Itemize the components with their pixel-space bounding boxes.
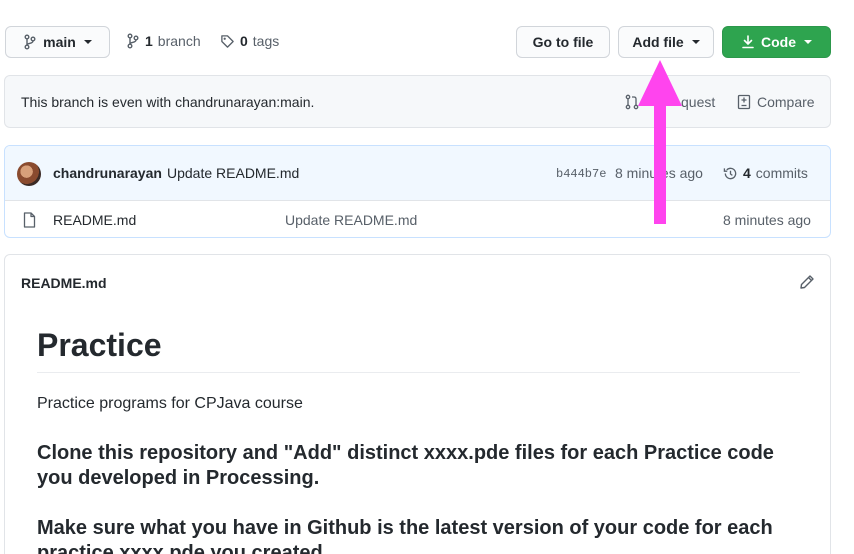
git-branch-icon [24,34,36,50]
commit-sha[interactable]: b444b7e [556,167,606,181]
add-file-label: Add file [632,34,684,50]
file-icon [23,212,36,228]
avatar[interactable] [17,162,41,186]
branch-status-text: This branch is even with chandrunarayan:… [21,94,315,110]
annotation-arrow [638,60,682,224]
file-name[interactable]: README.md [53,212,136,228]
go-to-file-label: Go to file [532,34,594,50]
file-commit-message[interactable]: Update README.md [285,212,417,228]
branch-name: main [43,34,76,50]
tag-count-label: tags [252,33,280,49]
commit-author[interactable]: chandrunarayan [53,165,162,181]
annotation-arrow-head [638,60,682,106]
branch-count-label: branch [157,33,201,49]
chevron-down-icon [804,40,812,44]
go-to-file-button[interactable]: Go to file [516,26,610,58]
add-file-button[interactable]: Add file [618,26,714,58]
branch-select-button[interactable]: main [5,26,110,58]
file-list: chandrunarayan Update README.md b444b7e … [4,145,831,238]
compare-icon [737,94,751,110]
table-row: README.md Update README.md 8 minutes ago [5,202,830,237]
readme-filename: README.md [21,275,107,291]
branch-count: 1 [145,33,153,49]
git-branch-icon [127,33,139,49]
file-commit-time: 8 minutes ago [723,212,811,228]
readme-heading: Practice [37,327,800,373]
history-icon [723,167,737,179]
download-icon [742,35,754,49]
commits-link[interactable]: 4 commits [723,165,808,181]
readme-instruction-update: Make sure what you have in Github is the… [37,517,773,554]
readme-description: Practice programs for CPJava course [37,395,303,412]
commit-count: 4 [743,165,751,181]
compare-label: Compare [757,94,815,110]
tag-icon [221,34,234,48]
readme-panel: README.md Practice Practice programs for… [4,254,831,554]
chevron-down-icon [83,40,92,44]
branch-status-bar: This branch is even with chandrunarayan:… [4,75,831,128]
commit-message[interactable]: Update README.md [167,165,299,181]
commit-count-label: commits [755,165,808,181]
code-button[interactable]: Code [722,26,831,58]
latest-commit-row: chandrunarayan Update README.md b444b7e … [5,146,830,201]
compare-link[interactable]: Compare [737,94,815,110]
pull-request-label: quest [681,94,716,110]
branches-link[interactable]: 1 branch [126,33,201,49]
pencil-icon[interactable] [799,274,815,290]
annotation-arrow-shaft [654,104,666,224]
tag-count: 0 [240,33,248,49]
code-label: Code [761,34,796,50]
chevron-down-icon [691,40,700,44]
tags-link[interactable]: 0 tags [220,33,279,49]
readme-instruction-clone: Clone this repository and "Add" distinct… [37,442,774,489]
